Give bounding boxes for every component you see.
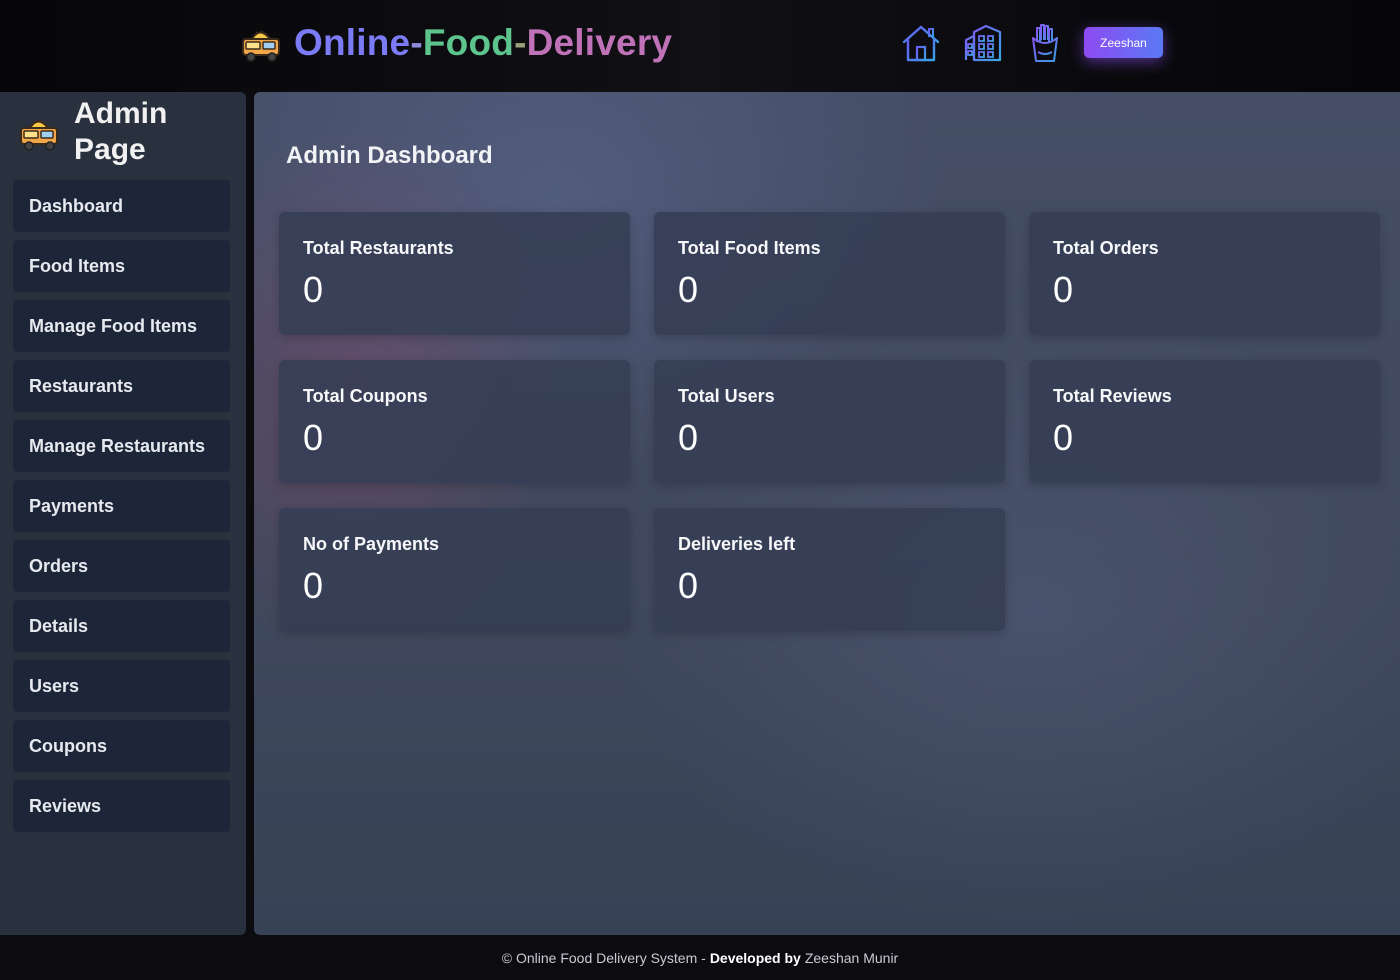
brand-title-part1: Online	[294, 22, 411, 63]
brand-title: Online - Food - Delivery	[294, 22, 672, 64]
stat-card-total-reviews: Total Reviews 0	[1029, 360, 1380, 483]
stat-card-total-food-items: Total Food Items 0	[654, 212, 1005, 335]
stat-card-value: 0	[303, 269, 324, 310]
sidebar-item-users[interactable]: Users	[13, 660, 230, 712]
footer-author: Zeeshan Munir	[804, 949, 899, 966]
stat-card-label: No of Payments	[303, 534, 440, 554]
brand-title-dash1: -	[410, 22, 423, 63]
stat-card-value: 0	[678, 565, 699, 606]
stat-card-total-users: Total Users 0	[654, 360, 1005, 483]
stat-card-label: Deliveries left	[678, 534, 796, 554]
brand-title-dash2: -	[514, 22, 527, 63]
stat-card-value: 0	[1053, 269, 1074, 310]
sidebar-item-reviews[interactable]: Reviews	[13, 780, 230, 832]
stat-card-value: 0	[303, 565, 324, 606]
brand-title-part2: Food	[422, 22, 515, 63]
sidebar-item-manage-restaurants[interactable]: Manage Restaurants	[13, 420, 230, 472]
stat-card-label: Total Users	[678, 386, 775, 406]
stat-card-total-orders: Total Orders 0	[1029, 212, 1380, 335]
stat-card-label: Total Reviews	[1053, 386, 1172, 406]
nav-icons	[900, 20, 1066, 66]
fries-food-icon[interactable]	[1024, 22, 1066, 64]
sidebar-item-manage-food-items[interactable]: Manage Food Items	[13, 300, 230, 352]
sidebar-item-orders[interactable]: Orders	[13, 540, 230, 592]
stat-card-value: 0	[303, 417, 324, 458]
stat-card-label: Total Food Items	[678, 238, 821, 258]
top-header: Online - Food - Delivery Zeeshan	[0, 0, 1400, 92]
stat-card-value: 0	[1053, 417, 1074, 458]
page-title: Admin Dashboard	[286, 142, 493, 169]
food-truck-icon	[242, 30, 280, 62]
sidebar-item-details[interactable]: Details	[13, 600, 230, 652]
stat-card-total-coupons: Total Coupons 0	[279, 360, 630, 483]
stat-card-label: Total Coupons	[303, 386, 428, 406]
sidebar-header: Admin Page	[18, 92, 238, 172]
brand-title-part3: Delivery	[526, 22, 673, 63]
restaurants-building-icon[interactable]	[962, 22, 1004, 64]
sidebar-menu: Dashboard Food Items Manage Food Items R…	[13, 180, 230, 840]
stat-card-value: 0	[678, 417, 699, 458]
stat-card-no-of-payments: No of Payments 0	[279, 508, 630, 631]
admin-sidebar: Admin Page Dashboard Food Items Manage F…	[0, 92, 246, 935]
sidebar-item-food-items[interactable]: Food Items	[13, 240, 230, 292]
footer-developed-by: Developed by	[709, 949, 801, 966]
sidebar-title: Admin Page	[74, 97, 168, 166]
footer: © Online Food Delivery System - Develope…	[0, 935, 1400, 980]
sidebar-item-restaurants[interactable]: Restaurants	[13, 360, 230, 412]
stat-card-label: Total Orders	[1053, 238, 1159, 258]
stat-card-value: 0	[678, 269, 699, 310]
brand[interactable]: Online - Food - Delivery	[240, 18, 672, 68]
footer-copyright: © Online Food Delivery System -	[501, 949, 706, 966]
sidebar-item-payments[interactable]: Payments	[13, 480, 230, 532]
home-icon[interactable]	[900, 22, 942, 64]
user-profile-button[interactable]: Zeeshan	[1084, 27, 1163, 58]
stat-card-deliveries-left: Deliveries left 0	[654, 508, 1005, 631]
stat-card-label: Total Restaurants	[303, 238, 454, 258]
stat-card-total-restaurants: Total Restaurants 0	[279, 212, 630, 335]
main-content: Admin Dashboard Total Restaurants 0 Tota…	[254, 92, 1400, 935]
sidebar-item-dashboard[interactable]: Dashboard	[13, 180, 230, 232]
sidebar-item-coupons[interactable]: Coupons	[13, 720, 230, 772]
food-truck-icon	[20, 119, 58, 151]
